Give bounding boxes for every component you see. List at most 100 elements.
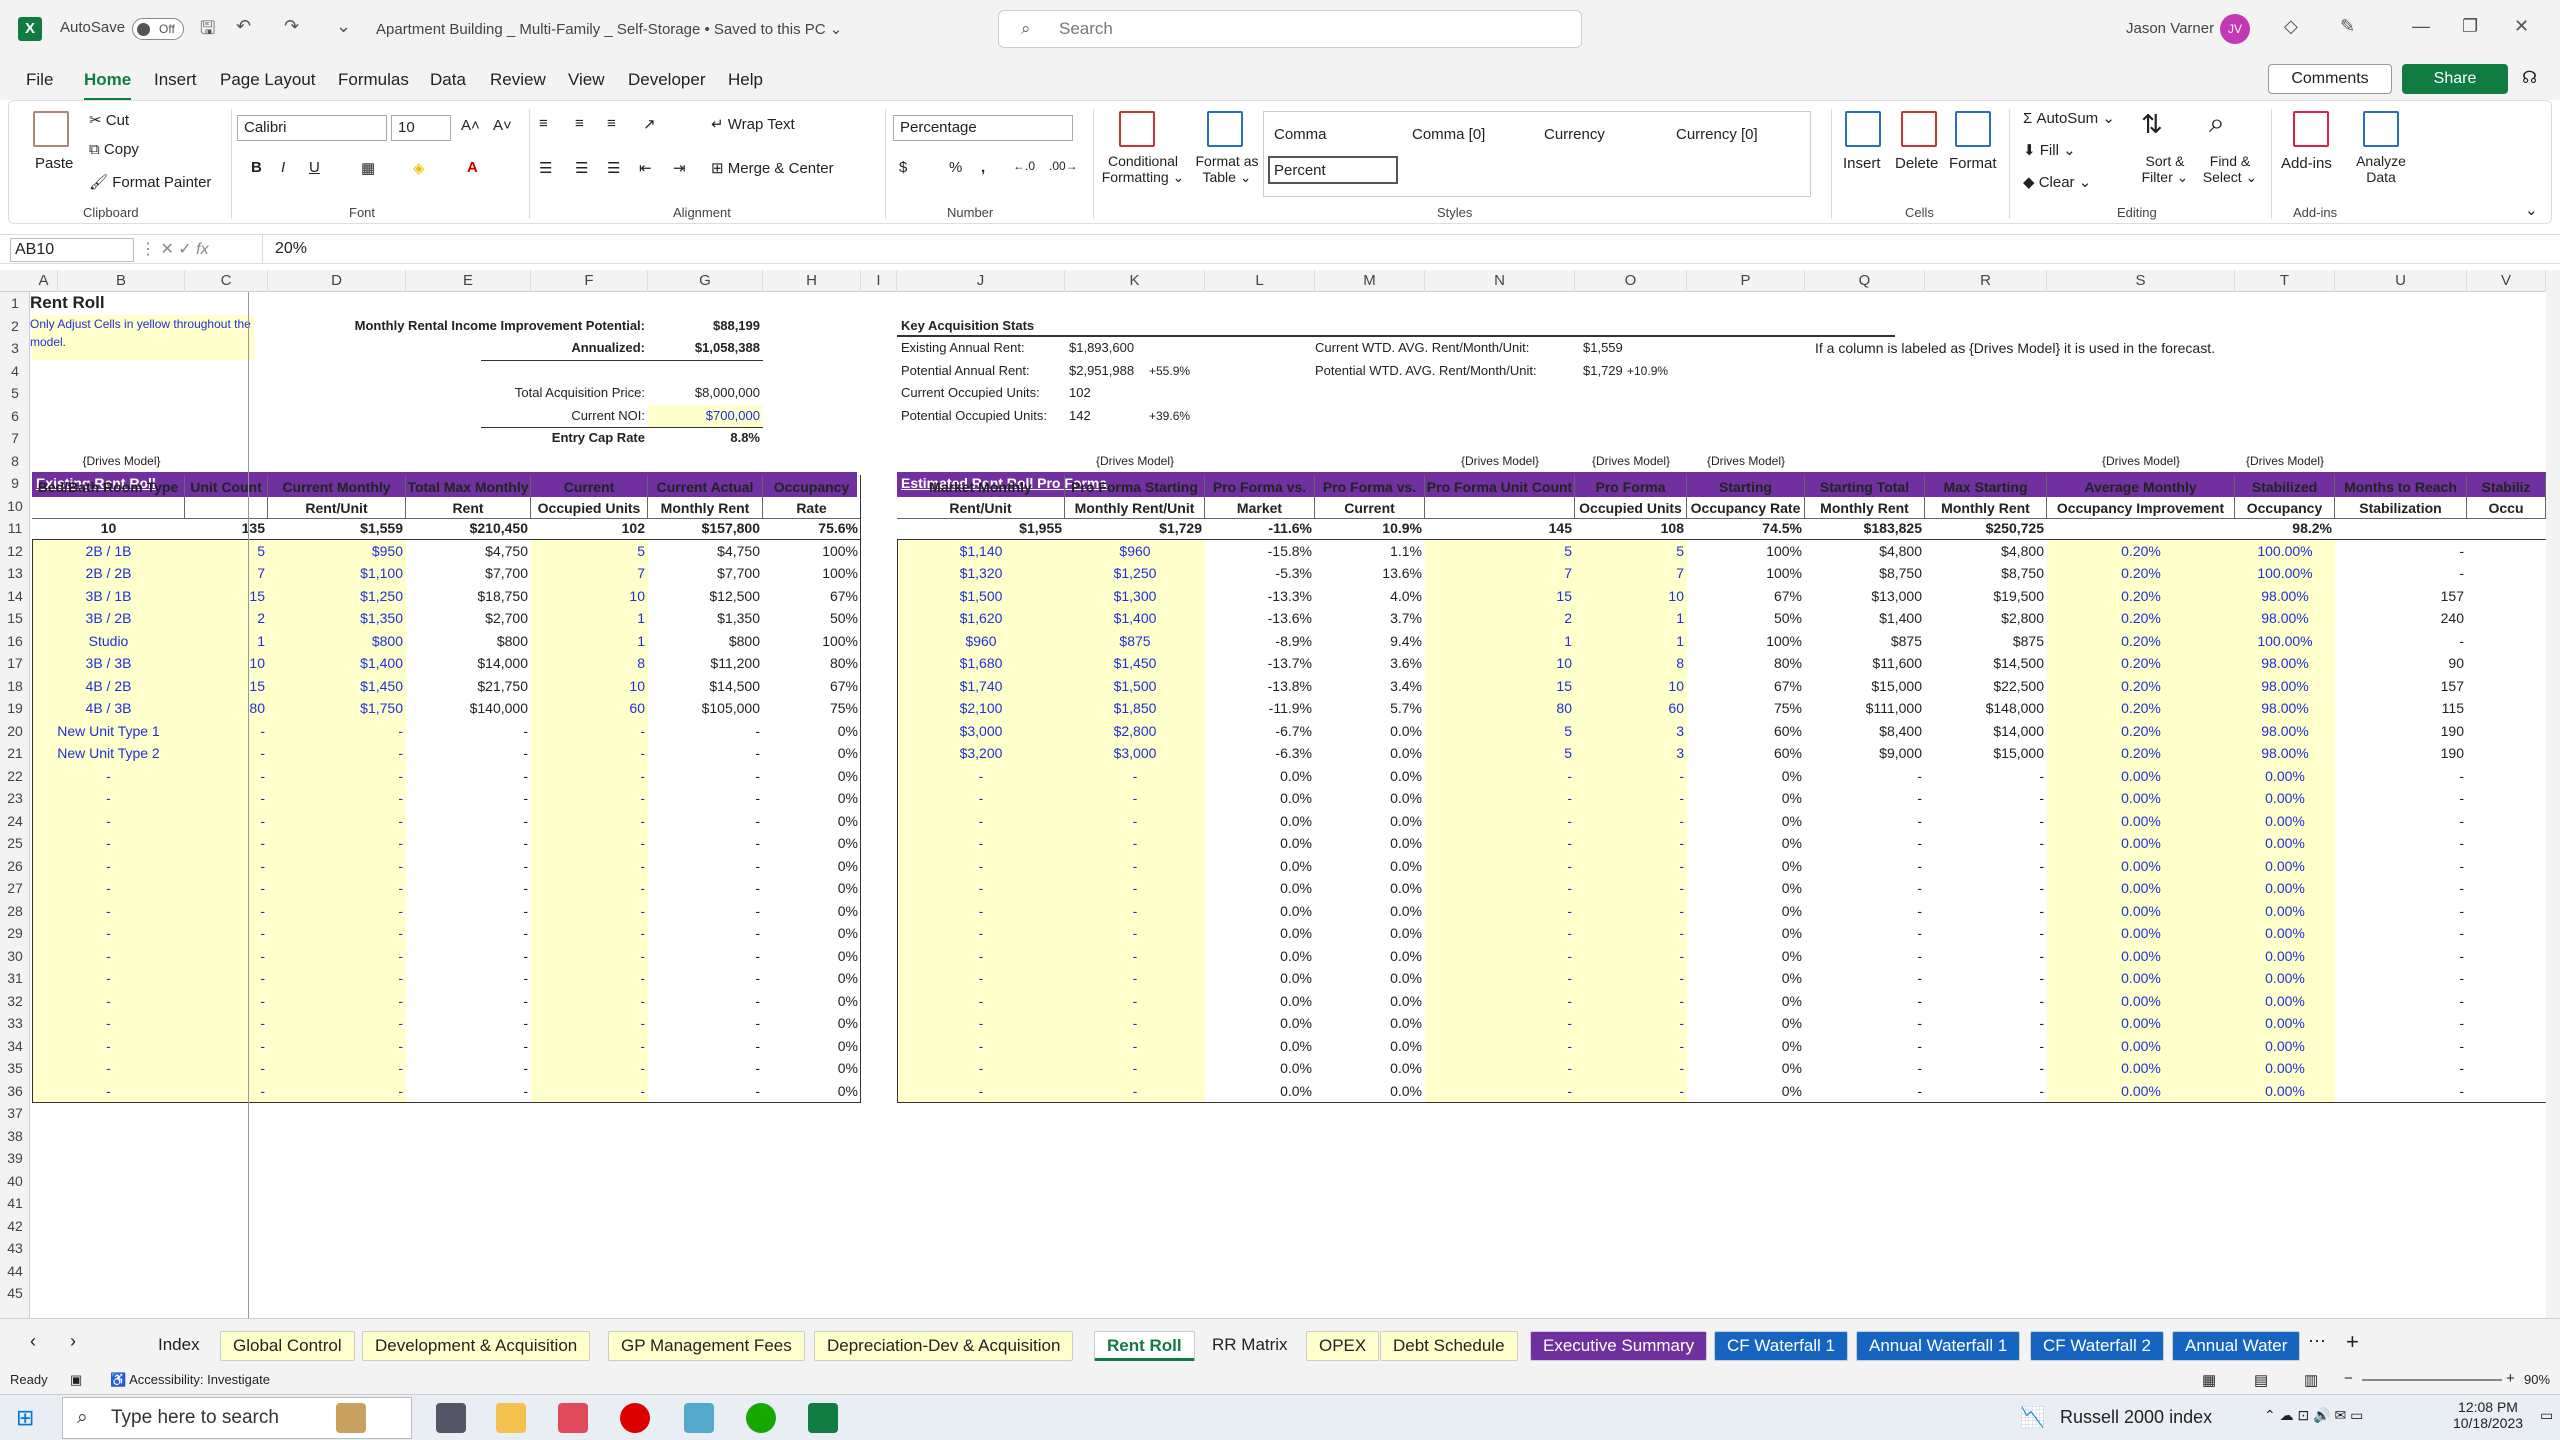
table-cell[interactable]: $800 [406,630,531,652]
table-cell[interactable]: $800 [268,630,406,652]
column-header-e[interactable]: E [406,270,531,292]
table-cell[interactable]: - [648,877,763,899]
column-header-cell[interactable]: Months to Reach Stabilization [2335,474,2467,519]
table-cell[interactable]: 10 [1575,585,1687,607]
table-cell[interactable]: 4.0% [1315,585,1425,607]
table-cell[interactable]: - [2335,1080,2467,1102]
table-cell[interactable]: - [268,742,406,764]
table-cell[interactable]: $875 [1925,630,2047,652]
table-cell[interactable]: $2,800 [1925,607,2047,629]
total-cell[interactable]: 102 [531,517,648,539]
table-cell[interactable]: 15 [1425,675,1575,697]
add-sheet-icon[interactable]: + [2346,1329,2359,1355]
paste-icon[interactable] [33,111,69,147]
table-cell[interactable]: - [268,922,406,944]
table-cell[interactable]: 8 [531,652,648,674]
table-cell[interactable]: - [1425,787,1575,809]
table-cell[interactable]: 0.20% [2047,697,2235,719]
table-cell[interactable]: 67% [1687,675,1805,697]
font-size-select[interactable]: 10 [391,115,451,141]
total-cell[interactable]: $157,800 [648,517,763,539]
table-cell[interactable]: 0.00% [2235,787,2335,809]
summary-value[interactable]: $1,058,388 [648,337,763,359]
table-cell[interactable]: 100% [1687,630,1805,652]
table-cell[interactable]: - [32,990,185,1012]
table-cell[interactable]: 157 [2335,585,2467,607]
column-header-cell[interactable]: Average Monthly Occupancy Improvement [2047,474,2235,519]
table-cell[interactable]: - [531,1035,648,1057]
row-header[interactable]: 13 [0,562,30,584]
table-cell[interactable]: 0.00% [2047,922,2235,944]
table-cell[interactable]: - [531,1012,648,1034]
table-cell[interactable]: 0.0% [1315,967,1425,989]
table-cell[interactable]: 0.0% [1315,832,1425,854]
table-cell[interactable]: - [648,1035,763,1057]
table-cell[interactable]: - [1805,1080,1925,1102]
column-header-v[interactable]: V [2467,270,2546,292]
table-cell[interactable]: 15 [185,585,268,607]
table-cell[interactable]: - [648,1057,763,1079]
table-cell[interactable]: 98.00% [2235,675,2335,697]
table-cell[interactable]: $14,500 [648,675,763,697]
table-cell[interactable]: -6.7% [1205,720,1315,742]
row-header[interactable]: 22 [0,765,30,787]
column-header-p[interactable]: P [1687,270,1805,292]
table-cell[interactable]: - [648,742,763,764]
row-header[interactable]: 18 [0,675,30,697]
delete-cells-button[interactable]: Delete [1895,155,1938,172]
table-cell[interactable]: 100% [763,540,861,562]
table-cell[interactable]: - [1575,765,1687,787]
table-cell[interactable]: 3B / 1B [32,585,185,607]
table-cell[interactable]: 0.20% [2047,630,2235,652]
underline-button[interactable]: U [309,159,320,176]
key-stat-pct[interactable]: +39.6% [1149,405,1209,427]
table-cell[interactable]: - [531,990,648,1012]
table-cell[interactable]: 0.0% [1205,877,1315,899]
cut-button[interactable]: ✂ Cut [89,111,129,129]
table-cell[interactable]: $1,450 [1065,652,1205,674]
table-cell[interactable]: 0.0% [1315,877,1425,899]
format-cells-icon[interactable] [1955,111,1991,147]
table-cell[interactable]: 0.0% [1315,742,1425,764]
decrease-decimal-icon[interactable]: .00→ [1049,159,1078,173]
table-cell[interactable]: 0% [1687,945,1805,967]
table-cell[interactable]: - [1925,1080,2047,1102]
table-cell[interactable]: 3.7% [1315,607,1425,629]
table-cell[interactable]: - [1575,990,1687,1012]
table-cell[interactable]: - [648,810,763,832]
column-header-m[interactable]: M [1315,270,1425,292]
table-cell[interactable]: $7,700 [648,562,763,584]
conditional-formatting-button[interactable]: Conditional Formatting ⌄ [1099,153,1187,186]
table-cell[interactable]: 67% [763,585,861,607]
table-cell[interactable]: - [531,900,648,922]
table-cell[interactable]: 0% [1687,765,1805,787]
table-cell[interactable]: $1,400 [1805,607,1925,629]
column-header-b[interactable]: B [58,270,185,292]
table-cell[interactable]: 0.20% [2047,540,2235,562]
column-header-cell[interactable]: Pro Forma Occupied Units [1575,474,1687,519]
summary-value[interactable]: 8.8% [648,427,763,449]
table-cell[interactable]: $1,500 [897,585,1065,607]
summary-value[interactable]: $88,199 [648,315,763,337]
avatar[interactable]: JV [2220,14,2250,44]
table-cell[interactable]: 98.00% [2235,742,2335,764]
table-cell[interactable]: $111,000 [1805,697,1925,719]
key-stat-pct[interactable]: +55.9% [1149,360,1209,382]
row-header[interactable]: 9 [0,472,30,494]
table-cell[interactable]: 190 [2335,742,2467,764]
column-header-c[interactable]: C [185,270,268,292]
table-cell[interactable]: 0.00% [2235,1035,2335,1057]
table-cell[interactable]: - [1425,877,1575,899]
column-header-h[interactable]: H [763,270,861,292]
addins-button[interactable]: Add-ins [2281,155,2332,172]
table-cell[interactable]: 0.00% [2235,832,2335,854]
table-cell[interactable]: - [1575,877,1687,899]
table-cell[interactable]: - [406,1012,531,1034]
table-cell[interactable]: 157 [2335,675,2467,697]
table-cell[interactable]: - [268,1080,406,1102]
table-cell[interactable]: 0.00% [2235,990,2335,1012]
table-cell[interactable]: - [2335,855,2467,877]
decrease-font-icon[interactable]: A˅ [493,117,512,134]
table-cell[interactable]: - [1805,832,1925,854]
table-cell[interactable]: - [1805,922,1925,944]
